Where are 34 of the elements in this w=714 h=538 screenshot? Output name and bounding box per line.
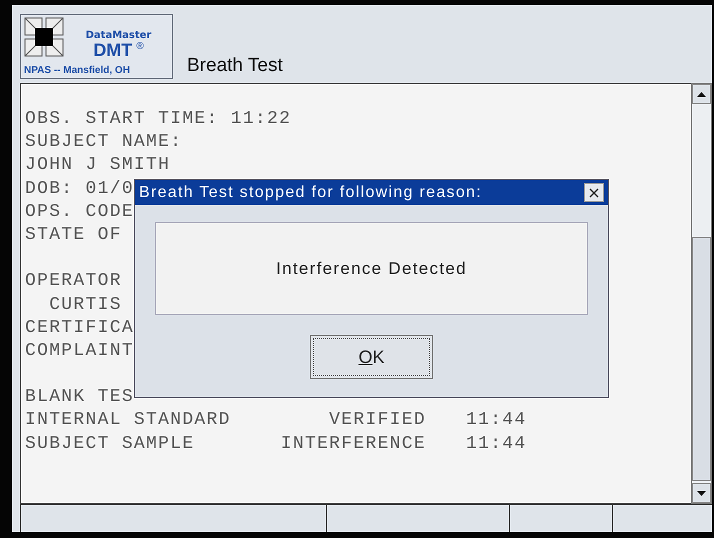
scroll-down-button[interactable] xyxy=(692,483,711,503)
down-arrow-icon xyxy=(697,490,706,496)
scroll-up-button[interactable] xyxy=(692,84,711,104)
close-button[interactable] xyxy=(584,183,604,202)
report-line: BLANK TES xyxy=(25,387,134,408)
brand-name: DataMaster xyxy=(84,30,152,41)
location-text: NPAS -- Mansfield, OH xyxy=(24,65,131,76)
report-line: OPS. CODE xyxy=(25,202,134,222)
dialog-title: Breath Test stopped for following reason: xyxy=(139,184,482,202)
report-line: JOHN J SMITH xyxy=(25,155,170,176)
report-line: SUBJECT NAME: xyxy=(25,132,182,152)
registered-mark: ® xyxy=(136,41,144,52)
dialog-message: Interference Detected xyxy=(155,222,588,315)
result-value: VERIFIED xyxy=(328,409,426,432)
report-line: OBS. START TIME: 11:22 xyxy=(25,109,292,129)
scroll-thumb[interactable] xyxy=(692,237,711,481)
close-icon xyxy=(589,188,599,198)
report-line: OPERATOR xyxy=(25,271,122,292)
result-time: 11:44 xyxy=(465,409,522,432)
report-line: DOB: 01/0 xyxy=(25,178,134,199)
report-line: CERTIFICA xyxy=(25,318,134,338)
result-label: INTERNAL STANDARD xyxy=(25,409,232,432)
result-time: 11:44 xyxy=(465,432,522,456)
window-title: Breath Test xyxy=(187,55,283,77)
report-line: CURTIS xyxy=(48,294,122,314)
result-label: SUBJECT SAMPLE xyxy=(25,432,196,456)
logo-icon xyxy=(24,17,64,57)
up-arrow-icon xyxy=(697,92,706,96)
model-name: DMT xyxy=(93,41,132,59)
scrollbar[interactable] xyxy=(691,83,712,504)
report-line: COMPLAINT xyxy=(25,340,134,361)
result-value: INTERFERENCE xyxy=(280,432,426,456)
report-line: STATE OF xyxy=(25,224,122,245)
ok-button[interactable]: OK xyxy=(310,335,433,379)
